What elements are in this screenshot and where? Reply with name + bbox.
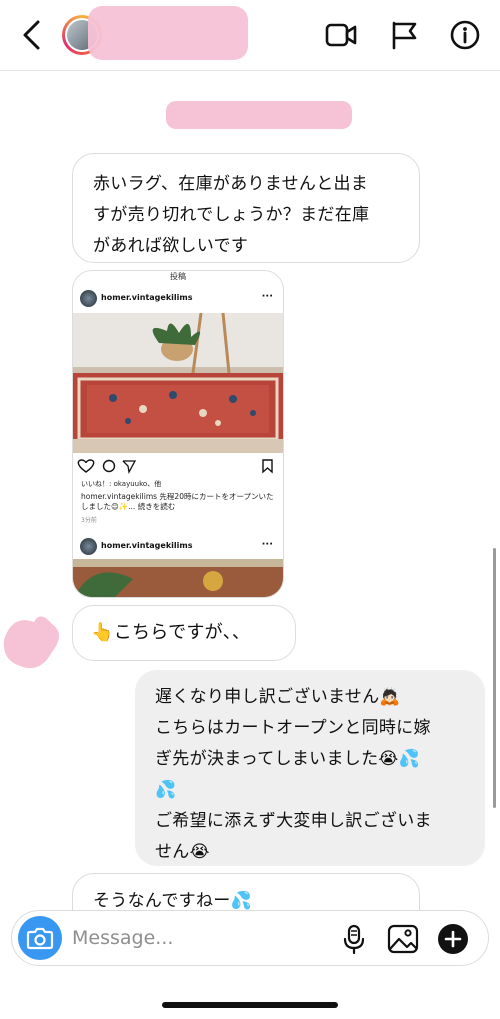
back-chevron-icon[interactable] (18, 18, 46, 52)
gallery-icon[interactable] (386, 922, 420, 956)
rug-photo (73, 559, 283, 597)
more-icon: ··· (261, 539, 273, 550)
post-caption: homer.vintagekilims 先程20時にカートをオープンいた しまし… (81, 492, 277, 512)
heart-icon (77, 459, 95, 473)
message-composer (11, 910, 489, 966)
message-line: こちらはカートオープンと同時に嫁 (155, 718, 431, 738)
outgoing-message[interactable]: 遅くなり申し訳ございません🙇🏻 こちらはカートオープンと同時に嫁 ぎ先が決まって… (135, 670, 485, 866)
post-time: 3分前 (81, 517, 97, 524)
post-avatar (80, 290, 97, 307)
message-input[interactable] (72, 923, 332, 953)
caption-line: しました😊✨... 続きを読む (81, 502, 176, 511)
message-line: せん😭 (155, 842, 210, 862)
home-indicator[interactable] (162, 1002, 338, 1008)
post-username: homer.vintagekilims (101, 541, 193, 550)
incoming-message[interactable]: 👆こちらですが、、 (72, 605, 296, 661)
more-icon: ··· (261, 291, 273, 302)
message-line: ぎ先が決まってしまいました😭💦 (155, 749, 420, 769)
post-label: 投稿 (73, 271, 283, 283)
caption-line: homer.vintagekilims 先程20時にカートをオープンいた (81, 492, 274, 501)
message-line: すが売り切れでしょうか？まだ在庫 (93, 205, 370, 225)
camera-button[interactable] (18, 916, 62, 960)
sender-avatar-redaction (3, 616, 59, 669)
timestamp-redaction (166, 101, 352, 129)
camera-icon (26, 927, 54, 950)
post-header: homer.vintagekilims ··· (73, 533, 283, 557)
message-line: 💦 (155, 780, 177, 800)
post-username: homer.vintagekilims (101, 293, 193, 302)
microphone-icon[interactable] (337, 922, 371, 956)
contact-name-redaction[interactable] (88, 6, 248, 60)
message-line: ご希望に添えず大変申し訳ございま (155, 811, 432, 831)
post-likes: いいね！: okayuuko、他 (81, 480, 162, 488)
post-action-row (77, 459, 273, 474)
rug-photo (73, 313, 283, 453)
report-flag-icon[interactable] (388, 20, 422, 50)
video-call-icon[interactable] (324, 20, 358, 50)
message-line: 赤いラグ、在庫がありませんと出ま (93, 174, 369, 194)
add-icon[interactable] (436, 922, 470, 956)
incoming-message[interactable]: 赤いラグ、在庫がありませんと出ま すが売り切れでしょうか？まだ在庫 があれば欲し… (72, 153, 420, 263)
chat-header (0, 0, 500, 71)
info-icon[interactable] (448, 20, 482, 50)
post-avatar (80, 538, 97, 555)
message-line: があれば欲しいです (93, 236, 249, 256)
bookmark-icon (262, 459, 273, 474)
shared-post-card[interactable]: 投稿 homer.vintagekilims ··· いいね！: okayuuk… (72, 270, 284, 598)
share-icon (122, 460, 137, 474)
message-line: 遅くなり申し訳ございません🙇🏻 (155, 687, 401, 707)
comment-icon (102, 459, 116, 473)
post-header: homer.vintagekilims ··· (73, 285, 283, 313)
message-text: 👆こちらですが、、 (91, 622, 251, 643)
scrollbar[interactable] (493, 548, 496, 808)
